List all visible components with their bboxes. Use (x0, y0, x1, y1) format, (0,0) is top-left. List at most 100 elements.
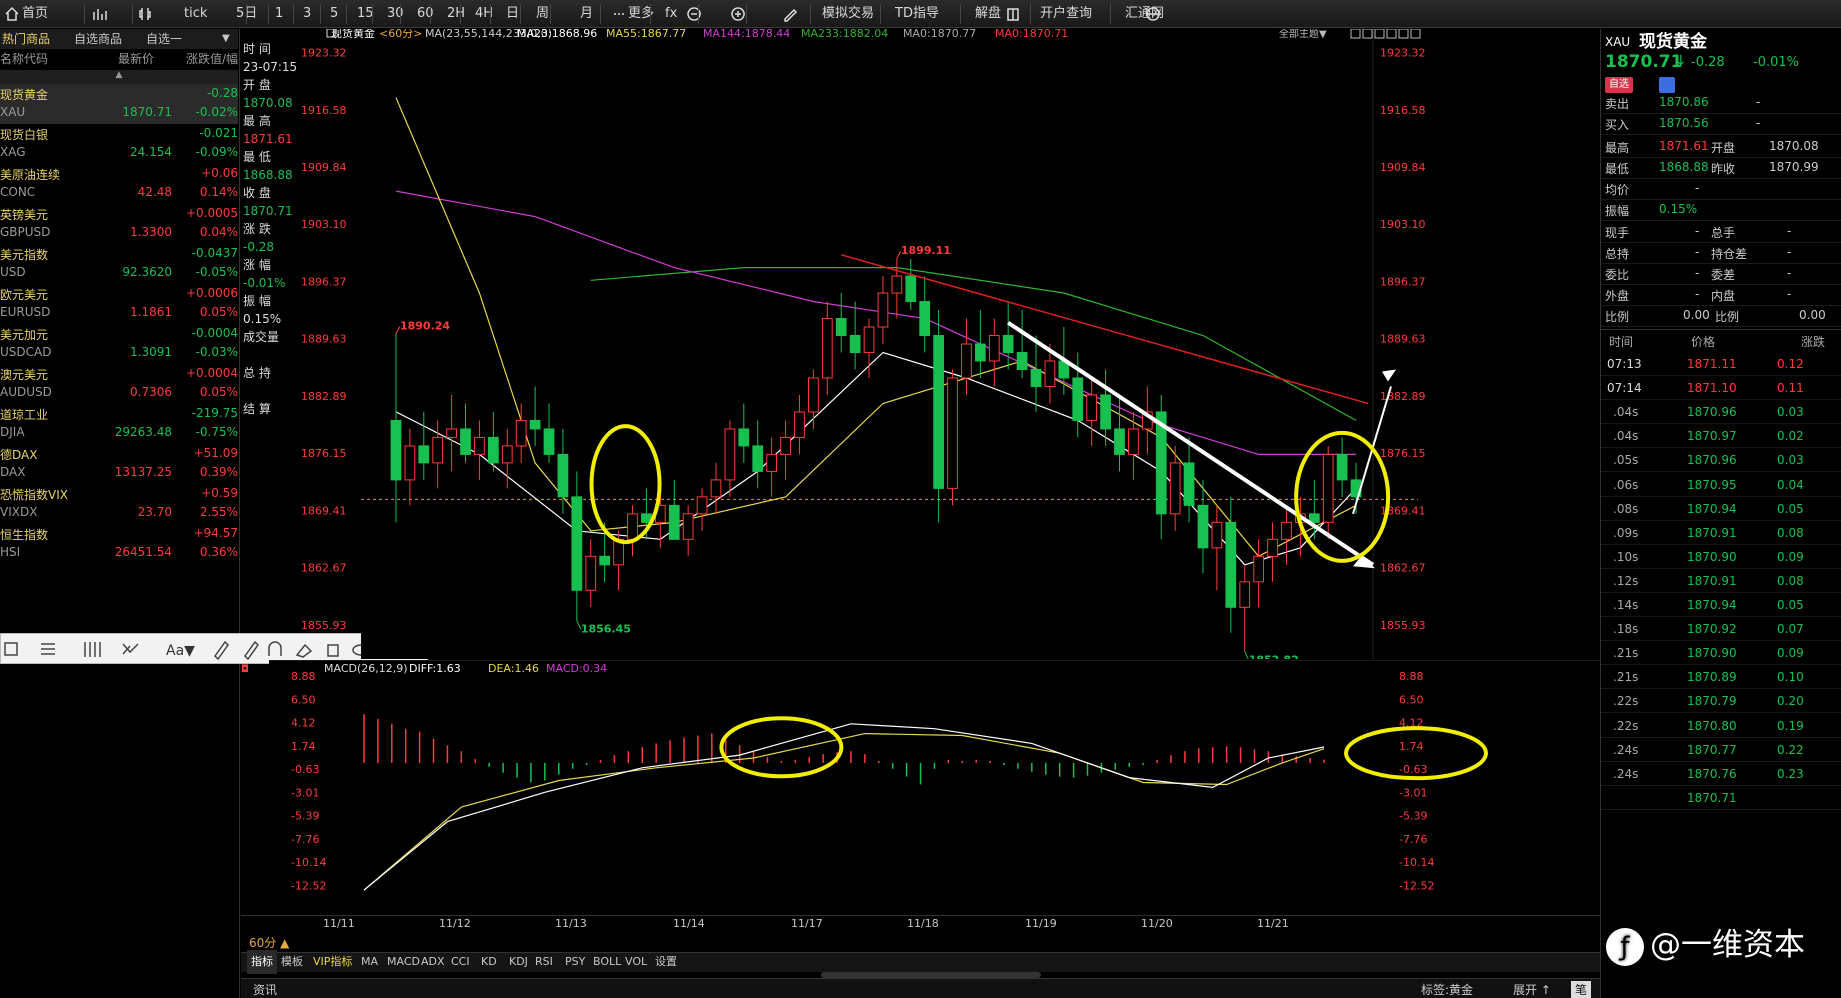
bar-info-chg-label: 涨 跌 (243, 222, 271, 236)
toolbar-home[interactable]: 首页 (22, 0, 48, 28)
watchlist-row[interactable]: 恐慌指数VIX VIXDX 23.70 +0.59 2.55% (0, 484, 238, 524)
dropdown-icon[interactable]: ▼ (222, 29, 230, 49)
zoom-out-icon[interactable] (686, 6, 702, 22)
toolbar-month[interactable]: 月 (580, 0, 593, 28)
toolbar-day[interactable]: 日 (506, 0, 519, 28)
bar-info-chg: -0.28 (243, 240, 275, 254)
watchlist-row[interactable]: 现货白银 XAG 24.154 -0.021 -0.09% (0, 124, 238, 164)
quote-cmp-label: 比例 (1605, 310, 1630, 324)
toolbar-tick[interactable]: tick (184, 0, 207, 28)
toolbar-td-guide[interactable]: TD指导 (895, 0, 939, 28)
col-change[interactable]: 涨跌值/幅 (186, 49, 238, 69)
watchlist-price: 24.154 (130, 145, 172, 159)
tick-time: .09s (1613, 525, 1639, 540)
candle-icon[interactable] (138, 6, 154, 22)
watchlist-row[interactable]: 道琼工业 DJIA 29263.48 -219.75 -0.75% (0, 404, 238, 444)
quote-avg-label: 均价 (1605, 183, 1630, 197)
toolbar-separator (246, 4, 247, 24)
watchlist-row[interactable]: 澳元美元 AUDUSD 0.7306 +0.0004 0.05% (0, 364, 238, 404)
watchlist-row[interactable]: 德DAX DAX 13137.25 +51.09 0.39% (0, 444, 238, 484)
toolbar-sim-trade[interactable]: 模拟交易 (822, 0, 874, 28)
down-arrow-icon: ↓ (1675, 53, 1687, 69)
expand-button[interactable]: 展开 ↑ (1513, 981, 1551, 998)
indicator-tab[interactable]: KD (481, 950, 497, 974)
tab-hot[interactable]: 热门商品 (2, 29, 50, 49)
macd-y-tick-right: -5.39 (1399, 810, 1427, 823)
toolbar-fx[interactable]: fx (665, 0, 677, 28)
watchlist-name: 德DAX (0, 448, 38, 462)
toolbar-p5[interactable]: 5 (330, 0, 338, 28)
y-tick-label: 1916.58 (1380, 104, 1426, 117)
toolbar-separator (698, 4, 699, 24)
toolbar-analysis[interactable]: 解盘 (975, 0, 1001, 28)
indicator-tab[interactable]: PSY (565, 950, 585, 974)
tick-time: .22s (1613, 694, 1639, 709)
toolbar-account[interactable]: 开户查询 (1040, 0, 1092, 28)
toolbar-separator (400, 4, 401, 24)
toolbar-week[interactable]: 周 (536, 0, 549, 28)
globe-icon[interactable] (1145, 6, 1161, 22)
home-icon[interactable] (4, 6, 20, 22)
watchlist-row[interactable]: 美元指数 USD 92.3620 -0.0437 -0.05% (0, 244, 238, 284)
toolbar-p60[interactable]: 60 (417, 0, 434, 28)
macd-y-tick: -3.01 (291, 786, 319, 799)
indicator-tab[interactable]: RSI (535, 950, 553, 974)
indicator-tab[interactable]: VOL (625, 950, 647, 974)
more-icon[interactable] (611, 6, 627, 22)
trading-app: 首页tick5日1351530602H4H日周月更多fx模拟交易TD指导解盘开户… (0, 0, 1841, 998)
watchlist-row[interactable]: 美原油连续 CONC 42.48 +0.06 0.14% (0, 164, 238, 204)
tick-time: .06s (1613, 477, 1639, 492)
watchlist-code: USD (0, 265, 26, 279)
toolbar-separator (810, 4, 811, 24)
tick-price: 1870.80 (1687, 718, 1737, 733)
bar-info-settle-label: 结 算 (243, 402, 271, 416)
theme-selector[interactable]: 全部主题▼ (1279, 29, 1327, 40)
watchlist-row[interactable]: 恒生指数 HSI 26451.54 +94.57 0.36% (0, 524, 238, 564)
toolbar-p3[interactable]: 3 (303, 0, 311, 28)
watchlist-row[interactable]: 现货黄金 XAU 1870.71 -0.28 -0.02% (0, 84, 238, 124)
book-icon[interactable] (1005, 6, 1021, 22)
watchlist-row[interactable]: 美元加元 USDCAD 1.3091 -0.0004 -0.03% (0, 324, 238, 364)
macd-chart[interactable]: 8.88 8.886.50 6.504.12 4.121.74 1.74-0.63 -0.… (241, 660, 1600, 915)
indicator-tab[interactable]: 设置 (655, 950, 677, 974)
draw-pen-button[interactable]: 笔 (1571, 981, 1592, 998)
toolbar-p1[interactable]: 1 (275, 0, 283, 28)
price-chart[interactable]: 1923.32 1923.32 1916.58 1916.58 1909.84 1909.… (301, 29, 1600, 659)
indicator-tab[interactable]: CCI (451, 950, 470, 974)
scroll-up[interactable]: ▲ (0, 70, 238, 84)
indicator-tab[interactable]: KDJ (509, 950, 528, 974)
info-tab[interactable]: 资讯 (253, 981, 277, 998)
toolbar-p2h[interactable]: 2H (447, 0, 465, 28)
indicator-tab[interactable]: VIP指标 (313, 950, 352, 974)
toolbar-p30[interactable]: 30 (387, 0, 404, 28)
indicator-tab[interactable]: 指标 (247, 950, 277, 974)
favorite-button[interactable]: 自选 (1605, 77, 1633, 93)
quote-total-label: 总手 (1711, 226, 1736, 240)
watchlist-percent: 0.05% (199, 385, 238, 399)
indicator-tab[interactable]: MACD (387, 950, 420, 974)
tab-fav[interactable]: 自选商品 (74, 29, 122, 49)
quote-open: 1870.08 (1769, 139, 1819, 153)
tick-time: .24s (1613, 742, 1639, 757)
bell-icon[interactable] (1659, 77, 1675, 93)
zoom-in-icon[interactable] (730, 6, 746, 22)
indicator-tab[interactable]: BOLL (593, 950, 621, 974)
bar-chart-icon[interactable] (92, 6, 108, 22)
col-name[interactable]: 名称代码 (0, 49, 48, 69)
indicator-tab[interactable]: MA (361, 950, 378, 974)
indicator-tab[interactable]: ADX (421, 950, 445, 974)
pen-icon[interactable] (782, 6, 798, 22)
watchlist-price: 0.7306 (130, 385, 172, 399)
watchlist-row[interactable]: 欧元美元 EURUSD 1.1861 +0.0006 0.05% (0, 284, 238, 324)
tab-fav1[interactable]: 自选一 (146, 29, 182, 49)
tick-change: 0.02 (1777, 429, 1804, 444)
tick-row: .12s 1870.91 0.08 (1601, 569, 1841, 593)
tick-row: .06s 1870.95 0.04 (1601, 473, 1841, 497)
quote-dash: - (1695, 224, 1700, 238)
toolbar-separator (520, 4, 521, 24)
col-price[interactable]: 最新价 (118, 49, 154, 69)
indicator-tab[interactable]: 模板 (281, 950, 303, 974)
watchlist-row[interactable]: 英镑美元 GBPUSD 1.3300 +0.0005 0.04% (0, 204, 238, 244)
tick-row: .18s 1870.92 0.07 (1601, 617, 1841, 642)
watchlist-code: AUDUSD (0, 385, 52, 399)
